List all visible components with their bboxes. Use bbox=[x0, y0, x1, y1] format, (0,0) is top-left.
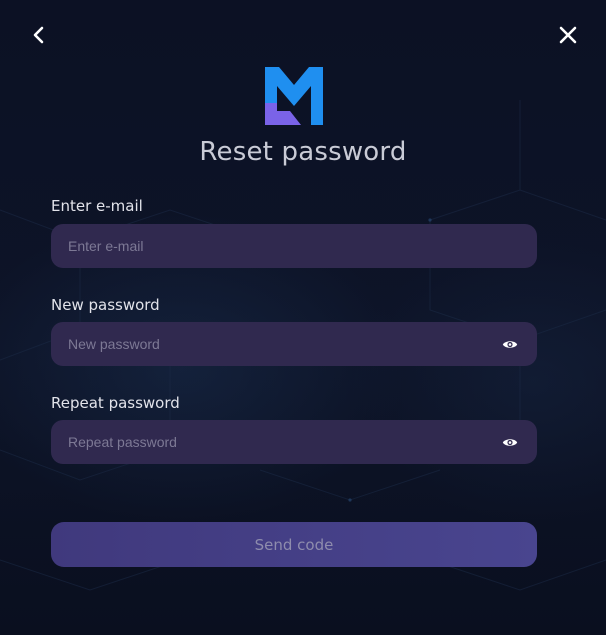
reset-password-dialog: Reset password Enter e-mail New password… bbox=[0, 0, 606, 635]
repeat-password-field-container[interactable] bbox=[51, 420, 537, 464]
page-title: Reset password bbox=[199, 137, 407, 167]
repeat-password-label: Repeat password bbox=[51, 394, 180, 412]
close-icon bbox=[559, 26, 577, 44]
chevron-left-icon bbox=[33, 26, 44, 44]
m-logo bbox=[265, 67, 323, 125]
close-button[interactable] bbox=[554, 21, 582, 49]
toggle-repeat-password-visibility-button[interactable] bbox=[500, 432, 520, 452]
new-password-input[interactable] bbox=[68, 336, 492, 352]
email-input[interactable] bbox=[68, 238, 520, 254]
repeat-password-input[interactable] bbox=[68, 434, 492, 450]
email-field-container[interactable] bbox=[51, 224, 537, 268]
toggle-new-password-visibility-button[interactable] bbox=[500, 334, 520, 354]
eye-icon bbox=[502, 340, 518, 348]
send-code-button[interactable]: Send code bbox=[51, 522, 537, 567]
back-button[interactable] bbox=[25, 21, 53, 49]
new-password-field-container[interactable] bbox=[51, 322, 537, 366]
email-label: Enter e-mail bbox=[51, 197, 143, 215]
new-password-label: New password bbox=[51, 296, 160, 314]
eye-icon bbox=[502, 438, 518, 446]
